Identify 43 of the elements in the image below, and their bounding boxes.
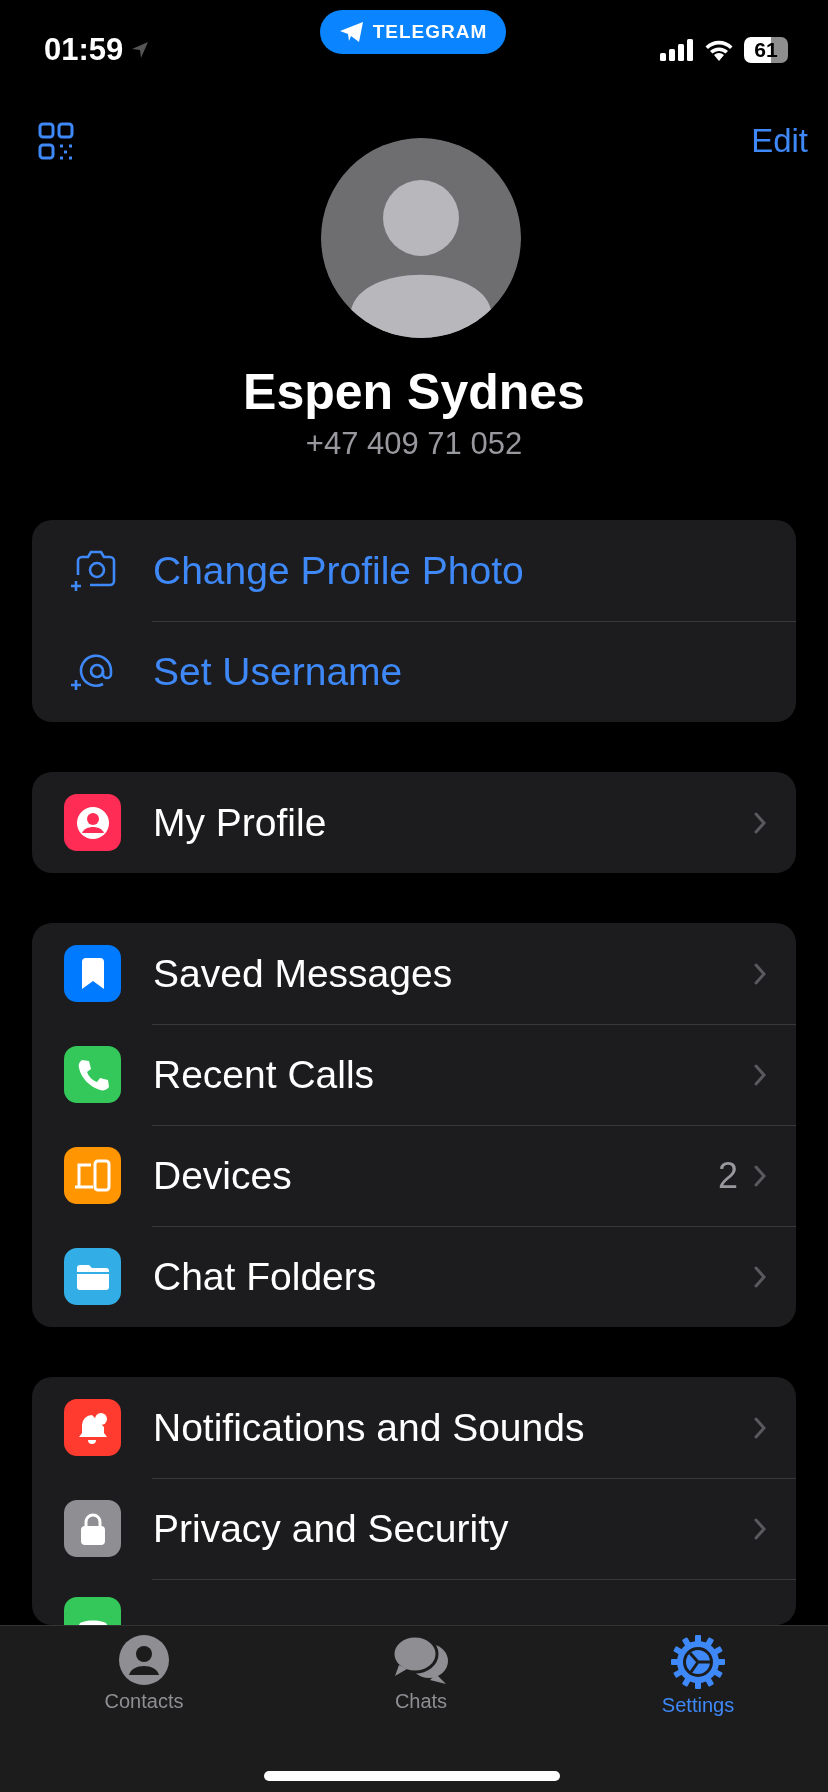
row-label: Recent Calls (153, 1052, 375, 1097)
edit-button[interactable]: Edit (751, 122, 808, 160)
tab-bar-item[interactable]: Settings (628, 1634, 768, 1717)
row-label: Saved Messages (153, 951, 453, 996)
menu-row[interactable]: My Profile (32, 772, 796, 873)
row-label: Privacy and Security (153, 1506, 509, 1551)
action-row[interactable]: Set Username (32, 621, 796, 722)
chevron-icon (754, 1517, 766, 1540)
menu-row[interactable]: Chat Folders (32, 1226, 796, 1327)
location-arrow-icon (131, 41, 150, 59)
chevron-icon (754, 1265, 766, 1288)
chevron-icon (754, 811, 766, 834)
row-label: Notifications and Sounds (153, 1405, 585, 1450)
count-label: 2 (717, 1154, 738, 1197)
row-label: Chat Folders (153, 1254, 377, 1299)
menu-row[interactable]: Recent Calls (32, 1024, 796, 1125)
menu-row[interactable]: Devices 2 (32, 1125, 796, 1226)
row-label: Devices (153, 1153, 292, 1198)
signal-icon (660, 39, 694, 61)
menu-row[interactable]: Privacy and Security (32, 1478, 796, 1579)
status-time: 01:59 (44, 32, 124, 68)
phone-number: +47 409 71 052 (305, 425, 523, 463)
profile-name: Espen Sydnes (243, 363, 585, 422)
chat-bubbles-icon (391, 1634, 451, 1686)
chevron-icon (754, 1063, 766, 1086)
tab-bar-item[interactable]: Chats (351, 1634, 491, 1717)
chevron-icon (754, 962, 766, 985)
person-icon (118, 1634, 170, 1686)
row-label: My Profile (153, 800, 327, 845)
wifi-icon (704, 39, 734, 61)
app-pill[interactable]: TELEGRAM (320, 10, 506, 54)
row-label: Change Profile Photo (153, 548, 524, 593)
action-row[interactable]: Change Profile Photo (32, 520, 796, 621)
chevron-icon (754, 1164, 766, 1187)
menu-row[interactable]: Saved Messages (32, 923, 796, 1024)
tab-bar-item[interactable]: Contacts (74, 1634, 214, 1717)
menu-row[interactable]: Notifications and Sounds (32, 1377, 796, 1478)
gear-icon (670, 1634, 726, 1690)
qr-code-icon[interactable] (38, 122, 74, 160)
row-label: Set Username (153, 649, 403, 694)
battery-level: 61 (744, 37, 788, 63)
paper-plane-icon (338, 21, 365, 43)
chevron-icon (754, 1416, 766, 1439)
